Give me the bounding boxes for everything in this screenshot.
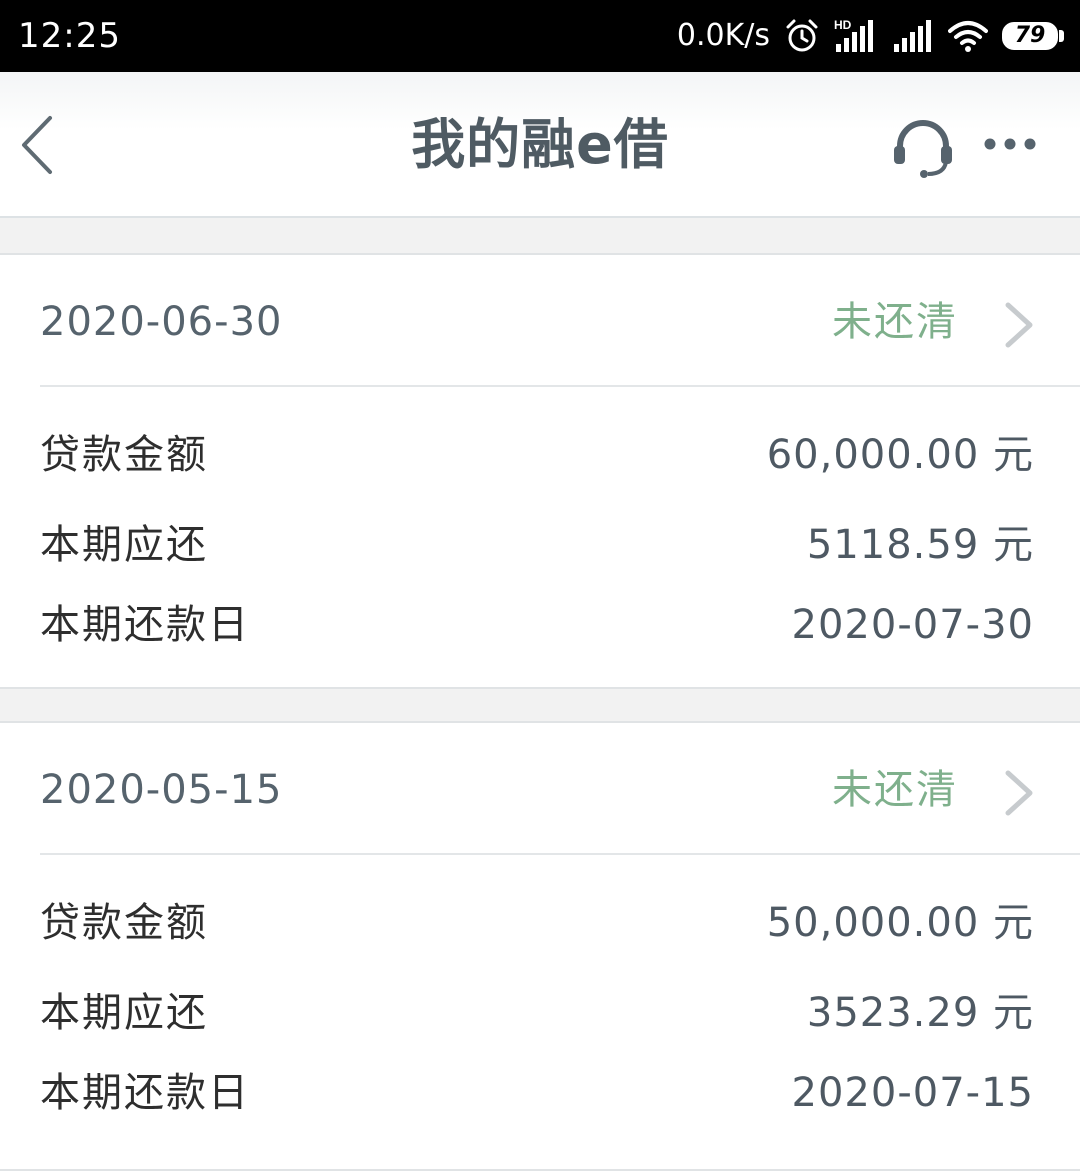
divider <box>40 853 1080 855</box>
loan-amount-value: 60,000.00 元 <box>766 432 1034 478</box>
loan-card-header[interactable]: 2020-06-30 未还清 <box>0 255 1080 387</box>
due-date-value: 2020-07-30 <box>791 602 1034 648</box>
loan-amount-label: 贷款金额 <box>40 900 208 946</box>
battery-cap <box>1059 30 1064 42</box>
hd-label: HD <box>834 18 852 32</box>
battery-level: 79 <box>1002 22 1058 50</box>
due-date-label: 本期还款日 <box>40 1070 250 1116</box>
divider <box>40 385 1080 387</box>
hd-signal-icon: HD <box>834 18 873 52</box>
due-date-row: 本期还款日 2020-07-30 <box>0 595 1080 655</box>
title-bar: 我的融e借 <box>0 72 1080 218</box>
loan-amount-label: 贷款金额 <box>40 432 208 478</box>
status-icons: 0.0K/s HD 79 <box>677 14 1064 58</box>
due-amount-label: 本期应还 <box>40 990 208 1036</box>
due-date-row: 本期还款日 2020-07-15 <box>0 1063 1080 1123</box>
alarm-icon <box>786 19 818 52</box>
chevron-right-icon[interactable] <box>1000 767 1040 819</box>
loan-card[interactable]: 2020-06-30 未还清 贷款金额 60,000.00 元 本期应还 511… <box>0 253 1080 689</box>
more-dots-icon[interactable] <box>978 124 1042 164</box>
loan-date: 2020-06-30 <box>40 299 283 345</box>
status-bar: 12:25 0.0K/s HD 79 <box>0 0 1080 72</box>
battery-icon: 79 <box>1002 22 1064 50</box>
loan-card-header[interactable]: 2020-05-15 未还清 <box>0 723 1080 855</box>
network-speed: 0.0K/s <box>676 18 770 53</box>
due-amount-value: 5118.59 元 <box>806 522 1034 568</box>
loan-status: 未还清 <box>832 767 958 813</box>
due-amount-row: 本期应还 3523.29 元 <box>0 983 1080 1043</box>
due-date-label: 本期还款日 <box>40 602 250 648</box>
loan-card[interactable]: 2020-05-15 未还清 贷款金额 50,000.00 元 本期应还 352… <box>0 721 1080 1171</box>
loan-status: 未还清 <box>832 299 958 345</box>
due-amount-label: 本期应还 <box>40 522 208 568</box>
loan-amount-row: 贷款金额 50,000.00 元 <box>0 893 1080 953</box>
status-time: 12:25 <box>18 16 121 56</box>
due-amount-row: 本期应还 5118.59 元 <box>0 515 1080 575</box>
loan-date: 2020-05-15 <box>40 767 283 813</box>
due-date-value: 2020-07-15 <box>791 1070 1034 1116</box>
loan-amount-value: 50,000.00 元 <box>766 900 1034 946</box>
loan-amount-row: 贷款金额 60,000.00 元 <box>0 425 1080 485</box>
headset-icon[interactable] <box>890 116 956 182</box>
due-amount-value: 3523.29 元 <box>806 990 1034 1036</box>
chevron-right-icon[interactable] <box>1000 299 1040 351</box>
wifi-icon <box>948 21 988 52</box>
signal-icon <box>894 20 931 52</box>
